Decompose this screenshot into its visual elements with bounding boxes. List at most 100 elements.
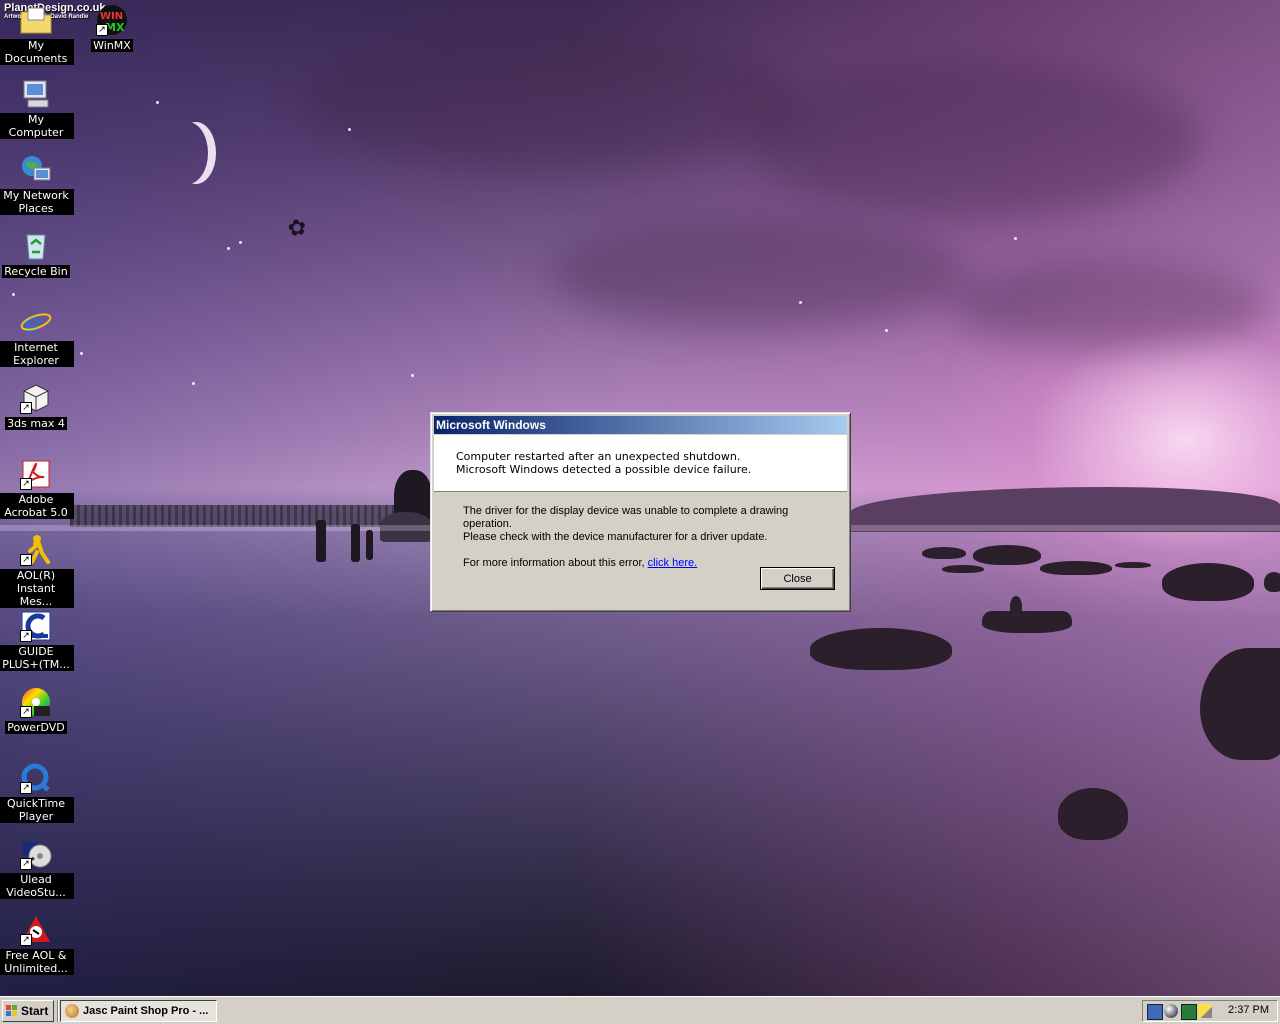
desktop-icon-free-aol[interactable]: ↗ Free AOL & Unlimited... [0,914,74,975]
recycle-bin-icon [20,230,52,262]
rock [810,628,952,670]
star [1014,237,1017,240]
desktop: ✿ PlanetDesign.co.uk Artwork by Rob Davi… [0,0,1280,996]
start-label: Start [21,1004,49,1018]
star [411,374,414,377]
pencil-tray-icon[interactable] [1198,1004,1212,1018]
nc-tray-icon[interactable] [1181,1004,1197,1020]
star [885,329,888,332]
dialog-header-line1: Computer restarted after an unexpected s… [456,450,741,463]
desktop-icon-recycle-bin[interactable]: Recycle Bin [0,230,74,278]
desktop-icon-3ds-max[interactable]: ↗ 3ds max 4 [0,382,74,430]
folder-icon [20,4,52,36]
desktop-icon-quicktime-player[interactable]: ↗ QuickTime Player [0,762,74,823]
windows-logo-icon [6,1005,18,1016]
desktop-icon-label: My Documents [0,39,74,65]
shortcut-arrow-icon: ↗ [20,782,32,794]
more-info-prefix: For more information about this error, [463,557,645,569]
star [12,293,15,296]
taskbar-button-label: Jasc Paint Shop Pro - ... [83,1005,209,1017]
desktop-icon-my-network-places[interactable]: My Network Places [0,154,74,215]
rock [1040,561,1112,575]
desktop-icon-label: AOL(R) Instant Mes... [0,569,74,608]
shortcut-arrow-icon: ↗ [20,706,32,718]
acrobat-icon: ↗ [20,458,52,490]
clock[interactable]: 2:37 PM [1228,1004,1269,1016]
paint-shop-pro-icon [65,1004,79,1018]
desktop-icon-ulead-videostudio[interactable]: ↗ Ulead VideoStu... [0,838,74,899]
treeline [70,505,400,527]
desktop-icon-my-documents[interactable]: My Documents [0,4,74,65]
desktop-icon-label: Ulead VideoStu... [0,873,74,899]
system-tray: 2:37 PM [1142,1000,1278,1022]
shortcut-arrow-icon: ↗ [20,478,32,490]
desktop-icon-aol-instant-messenger[interactable]: ↗ AOL(R) Instant Mes... [0,534,74,608]
wallpaper-cloud [950,260,1270,350]
desktop-icon-label: WinMX [91,39,133,52]
shortcut-arrow-icon: ↗ [96,24,108,36]
post [316,520,326,562]
desktop-icon-powerdvd[interactable]: ↗ PowerDVD [0,686,74,734]
star [239,241,242,244]
taskbar: Start Jasc Paint Shop Pro - ... 2:37 PM [0,996,1280,1024]
post [351,524,360,562]
desktop-icon-my-computer[interactable]: My Computer [0,78,74,139]
desktop-icon-guide-plus[interactable]: ↗ GUIDE PLUS+(TM... [0,610,74,671]
dialog-header-line2: Microsoft Windows detected a possible de… [456,463,752,476]
shortcut-arrow-icon: ↗ [20,402,32,414]
wallpaper-cloud [300,30,800,170]
wallpaper-cloud [550,220,970,330]
svg-text:e: e [24,306,42,338]
error-dialog: Microsoft Windows Computer restarted aft… [430,412,851,612]
rock [1058,788,1128,840]
desktop-icon-label: My Computer [0,113,74,139]
desktop-icon-label: 3ds max 4 [5,417,67,430]
star [192,382,195,385]
close-button[interactable]: Close [760,567,835,590]
moon [168,122,208,184]
desktop-icon-label: Adobe Acrobat 5.0 [0,493,74,519]
shortcut-arrow-icon: ↗ [20,630,32,642]
desktop-icon-internet-explorer[interactable]: e Internet Explorer [0,306,74,367]
desktop-icon-label: GUIDE PLUS+(TM... [0,645,74,671]
desktop-icon-label: My Network Places [0,189,74,215]
click-here-link[interactable]: click here. [648,557,698,569]
rock [1264,572,1280,592]
3ds-max-icon: ↗ [20,382,52,414]
desktop-icon-label: PowerDVD [5,721,67,734]
internet-explorer-icon: e [20,306,52,338]
quicktime-icon: ↗ [20,762,52,794]
network-tray-icon[interactable] [1147,1004,1163,1020]
shortcut-arrow-icon: ↗ [20,858,32,870]
rock [942,565,984,573]
aol-icon: ↗ [20,914,52,946]
rock [1162,563,1254,601]
star [156,101,159,104]
globe-tray-icon[interactable] [1164,1004,1178,1018]
desktop-icon-adobe-acrobat[interactable]: ↗ Adobe Acrobat 5.0 [0,458,74,519]
taskbar-button-paint-shop-pro[interactable]: Jasc Paint Shop Pro - ... [60,1000,217,1022]
network-icon [20,154,52,186]
shortcut-arrow-icon: ↗ [20,554,32,566]
rock [973,545,1041,565]
boat [982,611,1072,633]
wallpaper-cloud [750,60,1200,220]
desktop-icon-winmx[interactable]: WIN MX ↗ WinMX [74,4,150,52]
desktop-icon-label: Free AOL & Unlimited... [0,949,74,975]
dialog-body: The driver for the display device was un… [463,505,840,570]
star [80,352,83,355]
rock [922,547,966,559]
shortcut-arrow-icon: ↗ [20,934,32,946]
dialog-header: Computer restarted after an unexpected s… [434,435,847,492]
desktop-icon-label: Internet Explorer [0,341,74,367]
start-button[interactable]: Start [2,1000,54,1022]
computer-icon [20,78,52,110]
taskbar-separator [57,1000,59,1022]
boat-figure [1010,596,1022,616]
desktop-icon-label: Recycle Bin [2,265,70,278]
dialog-body-line1: The driver for the display device was un… [463,505,789,530]
dialog-title[interactable]: Microsoft Windows [434,416,847,434]
powerdvd-icon: ↗ [20,686,52,718]
post [366,530,373,560]
guide-plus-icon: ↗ [20,610,52,642]
